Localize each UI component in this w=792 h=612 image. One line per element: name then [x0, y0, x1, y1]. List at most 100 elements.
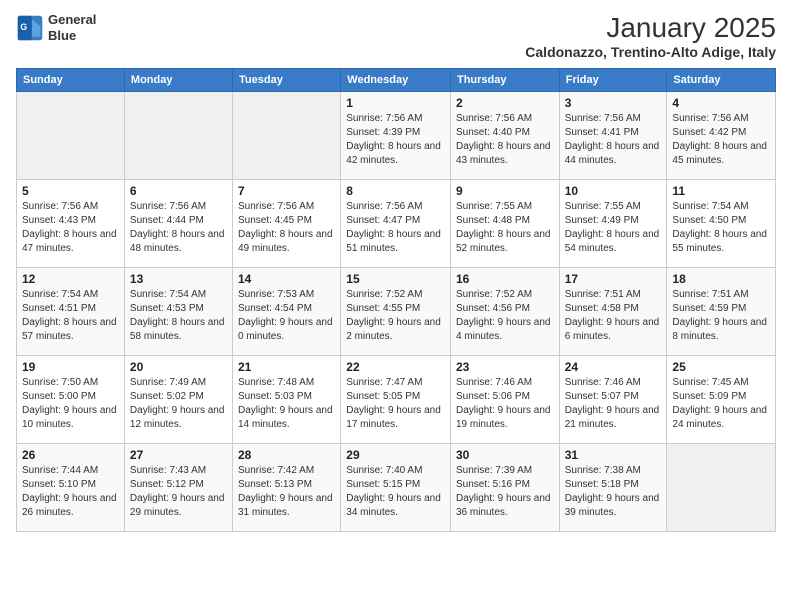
day-info: Sunrise: 7:38 AM Sunset: 5:18 PM Dayligh… [565, 464, 662, 520]
day-cell: 1 Sunrise: 7:56 AM Sunset: 4:39 PM Daylig… [341, 92, 451, 180]
day-info: Sunrise: 7:52 AM Sunset: 4:56 PM Dayligh… [456, 288, 554, 344]
day-info: Sunrise: 7:53 AM Sunset: 4:54 PM Dayligh… [238, 288, 335, 344]
day-cell: 11 Sunrise: 7:54 AM Sunset: 4:50 PM Dayli… [667, 180, 776, 268]
calendar-body: 1 Sunrise: 7:56 AM Sunset: 4:39 PM Daylig… [17, 92, 776, 532]
day-number: 16 [456, 272, 554, 286]
day-cell: 4 Sunrise: 7:56 AM Sunset: 4:42 PM Daylig… [667, 92, 776, 180]
day-info: Sunrise: 7:54 AM Sunset: 4:53 PM Dayligh… [130, 288, 227, 344]
day-cell: 30Sunrise: 7:39 AM Sunset: 5:16 PM Dayli… [450, 444, 559, 532]
day-cell: 26 Sunrise: 7:44 AM Sunset: 5:10 PM Dayli… [17, 444, 125, 532]
day-info: Sunrise: 7:54 AM Sunset: 4:51 PM Dayligh… [22, 288, 119, 344]
day-number: 22 [346, 360, 445, 374]
day-cell: 2 Sunrise: 7:56 AM Sunset: 4:40 PM Daylig… [450, 92, 559, 180]
header-cell-wednesday: Wednesday [341, 69, 451, 92]
day-number: 8 [346, 184, 445, 198]
day-number: 23 [456, 360, 554, 374]
header-cell-saturday: Saturday [667, 69, 776, 92]
day-cell: 12 Sunrise: 7:54 AM Sunset: 4:51 PM Dayli… [17, 268, 125, 356]
day-number: 14 [238, 272, 335, 286]
day-number: 21 [238, 360, 335, 374]
day-number: 29 [346, 448, 445, 462]
logo-line2: Blue [48, 28, 96, 44]
day-cell: 14 Sunrise: 7:53 AM Sunset: 4:54 PM Dayli… [233, 268, 341, 356]
day-info: Sunrise: 7:56 AM Sunset: 4:43 PM Dayligh… [22, 200, 119, 256]
day-info: Sunrise: 7:39 AM Sunset: 5:16 PM Dayligh… [456, 464, 554, 520]
day-cell: 13Sunrise: 7:54 AM Sunset: 4:53 PM Dayli… [124, 268, 232, 356]
day-info: Sunrise: 7:55 AM Sunset: 4:48 PM Dayligh… [456, 200, 554, 256]
day-cell: 23 Sunrise: 7:46 AM Sunset: 5:06 PM Dayli… [450, 356, 559, 444]
day-info: Sunrise: 7:56 AM Sunset: 4:44 PM Dayligh… [130, 200, 227, 256]
week-row-1: 5Sunrise: 7:56 AM Sunset: 4:43 PM Daylig… [17, 180, 776, 268]
day-number: 10 [565, 184, 662, 198]
header-cell-sunday: Sunday [17, 69, 125, 92]
week-row-4: 26 Sunrise: 7:44 AM Sunset: 5:10 PM Dayli… [17, 444, 776, 532]
day-cell: 7Sunrise: 7:56 AM Sunset: 4:45 PM Daylig… [233, 180, 341, 268]
day-info: Sunrise: 7:43 AM Sunset: 5:12 PM Dayligh… [130, 464, 227, 520]
day-info: Sunrise: 7:46 AM Sunset: 5:07 PM Dayligh… [565, 376, 662, 432]
week-row-0: 1 Sunrise: 7:56 AM Sunset: 4:39 PM Daylig… [17, 92, 776, 180]
week-row-2: 12 Sunrise: 7:54 AM Sunset: 4:51 PM Dayli… [17, 268, 776, 356]
day-number: 12 [22, 272, 119, 286]
day-number: 17 [565, 272, 662, 286]
day-number: 6 [130, 184, 227, 198]
day-cell: 28Sunrise: 7:42 AM Sunset: 5:13 PM Dayli… [233, 444, 341, 532]
day-number: 7 [238, 184, 335, 198]
day-info: Sunrise: 7:44 AM Sunset: 5:10 PM Dayligh… [22, 464, 119, 520]
day-number: 20 [130, 360, 227, 374]
svg-text:G: G [20, 21, 27, 31]
day-info: Sunrise: 7:56 AM Sunset: 4:39 PM Dayligh… [346, 112, 445, 168]
day-info: Sunrise: 7:52 AM Sunset: 4:55 PM Dayligh… [346, 288, 445, 344]
day-number: 11 [672, 184, 770, 198]
header-cell-tuesday: Tuesday [233, 69, 341, 92]
location-subtitle: Caldonazzo, Trentino-Alto Adige, Italy [525, 44, 776, 60]
day-info: Sunrise: 7:45 AM Sunset: 5:09 PM Dayligh… [672, 376, 770, 432]
header: G General Blue January 2025 Caldonazzo, … [16, 12, 776, 60]
day-info: Sunrise: 7:56 AM Sunset: 4:42 PM Dayligh… [672, 112, 770, 168]
day-cell: 16 Sunrise: 7:52 AM Sunset: 4:56 PM Dayli… [450, 268, 559, 356]
day-number: 26 [22, 448, 119, 462]
day-cell: 9 Sunrise: 7:55 AM Sunset: 4:48 PM Daylig… [450, 180, 559, 268]
day-cell: 6 Sunrise: 7:56 AM Sunset: 4:44 PM Daylig… [124, 180, 232, 268]
day-number: 2 [456, 96, 554, 110]
week-row-3: 19 Sunrise: 7:50 AM Sunset: 5:00 PM Dayli… [17, 356, 776, 444]
day-cell: 5Sunrise: 7:56 AM Sunset: 4:43 PM Daylig… [17, 180, 125, 268]
day-number: 19 [22, 360, 119, 374]
day-info: Sunrise: 7:48 AM Sunset: 5:03 PM Dayligh… [238, 376, 335, 432]
day-number: 15 [346, 272, 445, 286]
day-info: Sunrise: 7:56 AM Sunset: 4:40 PM Dayligh… [456, 112, 554, 168]
day-cell [124, 92, 232, 180]
calendar-header: SundayMondayTuesdayWednesdayThursdayFrid… [17, 69, 776, 92]
day-cell: 18Sunrise: 7:51 AM Sunset: 4:59 PM Dayli… [667, 268, 776, 356]
month-title: January 2025 [525, 12, 776, 44]
day-cell: 21 Sunrise: 7:48 AM Sunset: 5:03 PM Dayli… [233, 356, 341, 444]
day-info: Sunrise: 7:54 AM Sunset: 4:50 PM Dayligh… [672, 200, 770, 256]
logo: G General Blue [16, 12, 96, 43]
day-info: Sunrise: 7:49 AM Sunset: 5:02 PM Dayligh… [130, 376, 227, 432]
day-number: 1 [346, 96, 445, 110]
day-number: 25 [672, 360, 770, 374]
day-info: Sunrise: 7:55 AM Sunset: 4:49 PM Dayligh… [565, 200, 662, 256]
day-number: 31 [565, 448, 662, 462]
day-cell: 10 Sunrise: 7:55 AM Sunset: 4:49 PM Dayli… [559, 180, 667, 268]
day-cell: 27Sunrise: 7:43 AM Sunset: 5:12 PM Dayli… [124, 444, 232, 532]
day-cell: 31 Sunrise: 7:38 AM Sunset: 5:18 PM Dayli… [559, 444, 667, 532]
logo-text: General Blue [48, 12, 96, 43]
day-cell: 8Sunrise: 7:56 AM Sunset: 4:47 PM Daylig… [341, 180, 451, 268]
day-cell [233, 92, 341, 180]
day-info: Sunrise: 7:46 AM Sunset: 5:06 PM Dayligh… [456, 376, 554, 432]
day-cell: 29Sunrise: 7:40 AM Sunset: 5:15 PM Dayli… [341, 444, 451, 532]
day-info: Sunrise: 7:47 AM Sunset: 5:05 PM Dayligh… [346, 376, 445, 432]
day-info: Sunrise: 7:42 AM Sunset: 5:13 PM Dayligh… [238, 464, 335, 520]
page-container: G General Blue January 2025 Caldonazzo, … [0, 0, 792, 540]
day-cell: 25 Sunrise: 7:45 AM Sunset: 5:09 PM Dayli… [667, 356, 776, 444]
day-cell: 22 Sunrise: 7:47 AM Sunset: 5:05 PM Dayli… [341, 356, 451, 444]
day-cell: 24Sunrise: 7:46 AM Sunset: 5:07 PM Dayli… [559, 356, 667, 444]
header-cell-monday: Monday [124, 69, 232, 92]
day-cell: 19 Sunrise: 7:50 AM Sunset: 5:00 PM Dayli… [17, 356, 125, 444]
day-number: 3 [565, 96, 662, 110]
day-cell [17, 92, 125, 180]
day-info: Sunrise: 7:51 AM Sunset: 4:58 PM Dayligh… [565, 288, 662, 344]
day-info: Sunrise: 7:50 AM Sunset: 5:00 PM Dayligh… [22, 376, 119, 432]
day-number: 4 [672, 96, 770, 110]
day-number: 9 [456, 184, 554, 198]
